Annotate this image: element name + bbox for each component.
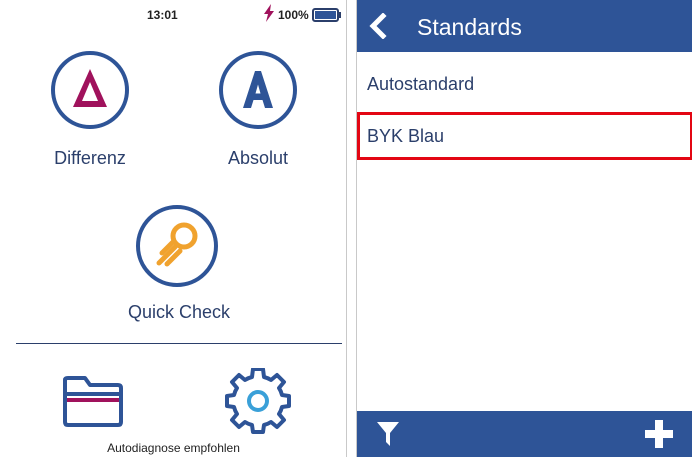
battery-percentage: 100% bbox=[278, 8, 309, 22]
list-item-byk-blau[interactable]: BYK Blau bbox=[357, 112, 692, 160]
list-item-label: BYK Blau bbox=[367, 126, 445, 146]
filter-icon bbox=[377, 422, 399, 446]
letter-a-icon bbox=[219, 51, 297, 129]
panel-separator bbox=[347, 0, 356, 457]
footer-bar bbox=[357, 411, 692, 457]
charging-icon bbox=[262, 4, 276, 27]
add-button[interactable] bbox=[645, 420, 673, 453]
absolut-label: Absolut bbox=[227, 148, 289, 168]
filter-button[interactable] bbox=[377, 422, 399, 451]
differenz-label: Differenz bbox=[54, 148, 126, 168]
delta-icon bbox=[51, 51, 129, 129]
quick-check-button[interactable] bbox=[135, 204, 219, 293]
folder-icon bbox=[63, 376, 123, 427]
divider bbox=[16, 343, 342, 344]
status-time: 13:01 bbox=[147, 8, 178, 22]
home-screen: 13:01 100% Differenz Absolut Quick Check… bbox=[0, 0, 347, 457]
battery-icon bbox=[312, 8, 342, 27]
settings-button[interactable] bbox=[225, 367, 291, 439]
list-item-label: Autostandard bbox=[367, 74, 475, 94]
chevron-left-icon bbox=[369, 12, 387, 40]
quick-check-icon bbox=[136, 205, 218, 287]
plus-icon bbox=[645, 420, 673, 448]
differenz-button[interactable] bbox=[50, 50, 130, 135]
absolut-button[interactable] bbox=[218, 50, 298, 135]
quick-check-label: Quick Check bbox=[127, 302, 231, 322]
page-title: Standards bbox=[417, 14, 522, 40]
autodiagnose-notice: Autodiagnose empfohlen bbox=[107, 441, 240, 455]
back-button[interactable] bbox=[367, 12, 389, 44]
gear-icon bbox=[225, 367, 291, 434]
list-item-autostandard[interactable]: Autostandard bbox=[357, 60, 692, 108]
header-bar: Standards bbox=[357, 0, 692, 52]
standards-screen: Standards Autostandard BYK Blau bbox=[356, 0, 692, 457]
folder-button[interactable] bbox=[62, 372, 124, 433]
